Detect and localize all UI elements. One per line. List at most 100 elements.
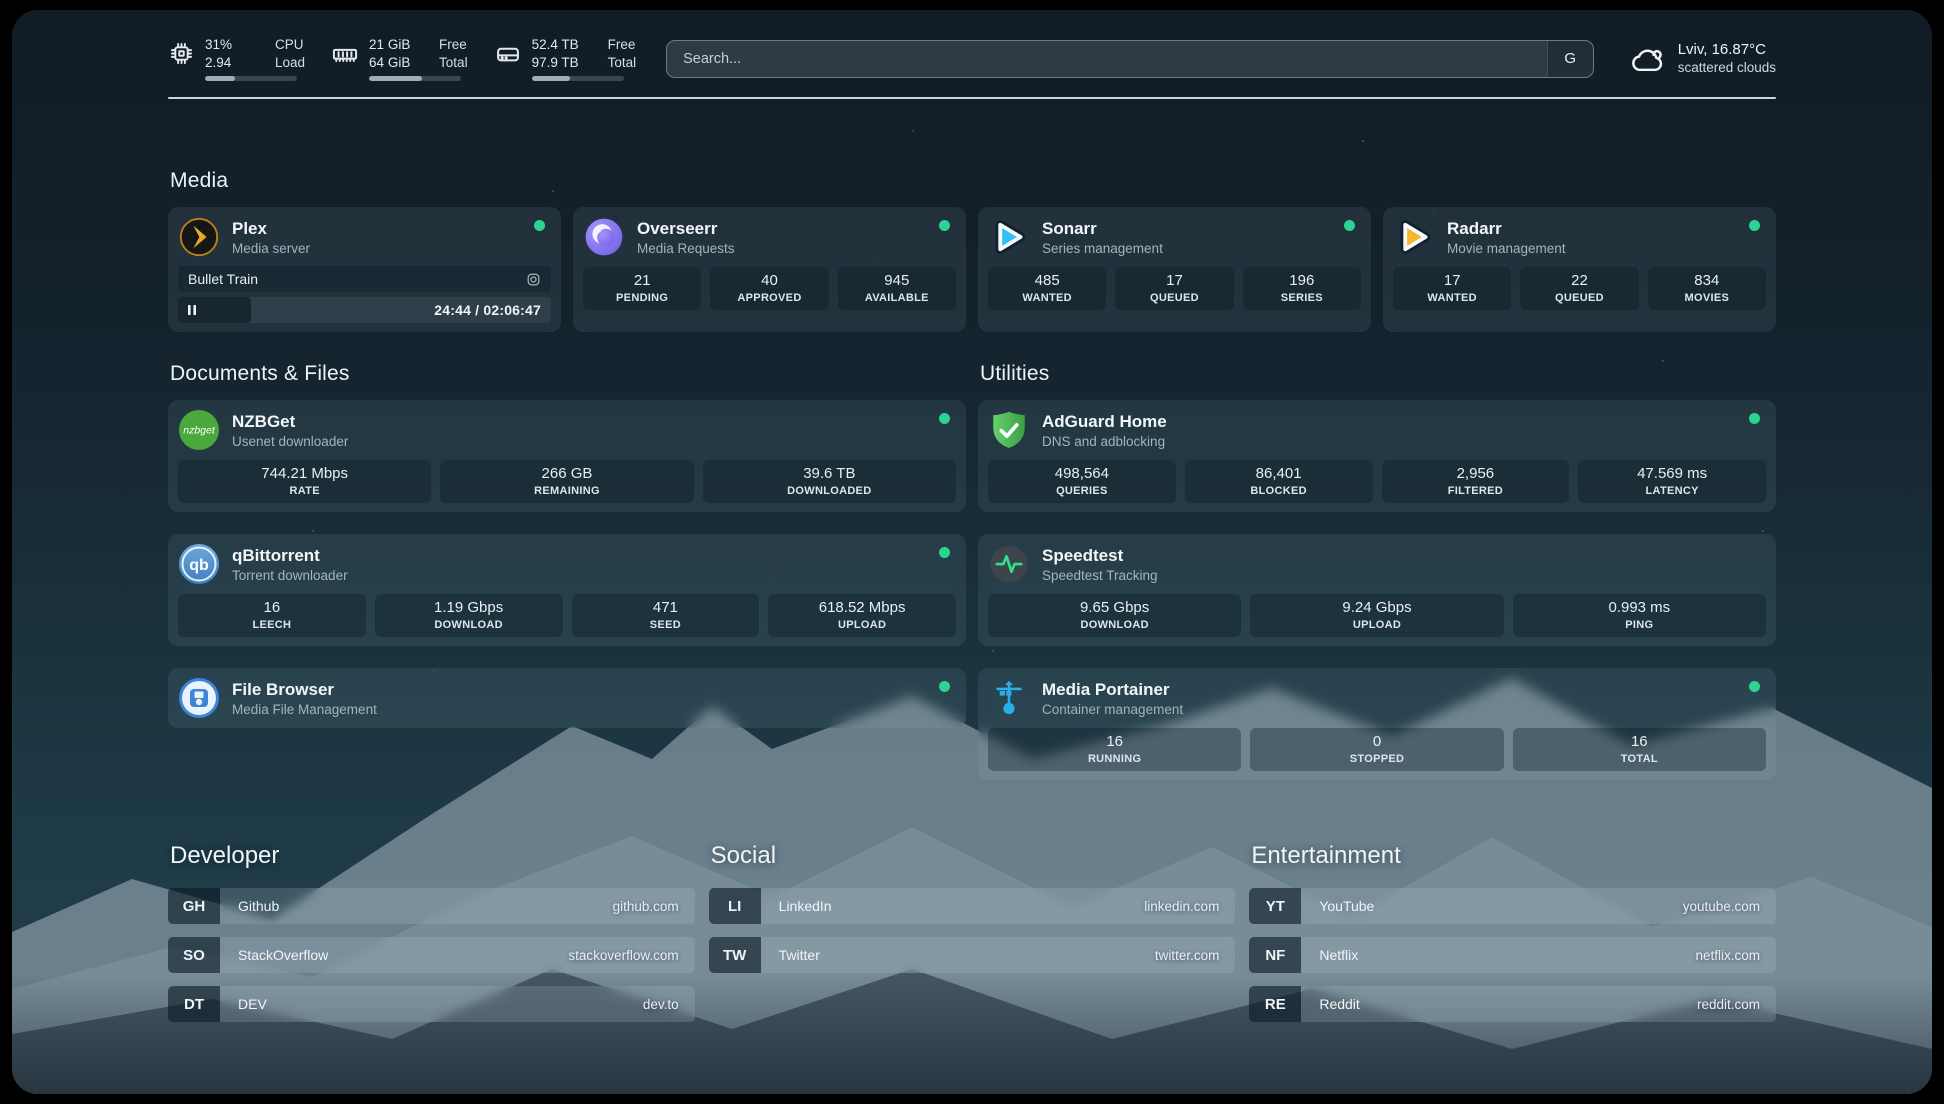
stat-available: 945 AVAILABLE (838, 267, 956, 310)
playback-progress (178, 297, 251, 323)
stat-movies: 834 MOVIES (1648, 267, 1766, 310)
section-title-developer: Developer (170, 842, 695, 870)
stat-download: 9.65 Gbps DOWNLOAD (988, 594, 1241, 637)
bookmark-abbr: SO (168, 937, 220, 973)
stat-total: 16 TOTAL (1513, 728, 1766, 771)
bookmark-abbr: YT (1249, 888, 1301, 924)
stat-ping: 0.993 ms PING (1513, 594, 1766, 637)
service-name: AdGuard Home (1042, 411, 1167, 433)
search-provider-button[interactable]: G (1547, 41, 1593, 77)
bookmark-abbr: DT (168, 986, 220, 1022)
status-indicator (939, 220, 950, 231)
stat-wanted: 17 WANTED (1393, 267, 1511, 310)
memory-total-label: Total (439, 54, 468, 72)
status-indicator (939, 547, 950, 558)
stat-approved: 40 APPROVED (710, 267, 828, 310)
search-bar[interactable]: G (666, 40, 1594, 78)
service-card-adguard[interactable]: AdGuard Home DNS and adblocking 498,564 … (978, 400, 1776, 512)
overseerr-icon (583, 216, 625, 258)
service-card-portainer[interactable]: Media Portainer Container management 16 … (978, 668, 1776, 780)
service-card-speedtest[interactable]: Speedtest Speedtest Tracking 9.65 Gbps D… (978, 534, 1776, 646)
bookmark-abbr: TW (709, 937, 761, 973)
cpu-load-value: 2.94 (205, 54, 259, 72)
service-desc: Torrent downloader (232, 567, 348, 584)
section-title-documents: Documents & Files (170, 362, 966, 386)
svg-text:qb: qb (189, 557, 209, 574)
plex-player-bar: 24:44 / 02:06:47 (178, 297, 551, 323)
service-desc: Usenet downloader (232, 433, 348, 450)
service-name: Sonarr (1042, 218, 1163, 240)
stat-queued: 17 QUEUED (1115, 267, 1233, 310)
snow-specks (12, 10, 14, 12)
memory-free-value: 21 GiB (369, 36, 423, 54)
bookmark-url: netflix.com (1695, 948, 1776, 963)
service-desc: Movie management (1447, 240, 1566, 257)
disk-icon (494, 40, 522, 68)
bookmark-reddit[interactable]: RE Reddit reddit.com (1249, 986, 1776, 1022)
stat-latency: 47.569 ms LATENCY (1578, 460, 1766, 503)
service-card-qbittorrent[interactable]: qb qBittorrent Torrent downloader 16 LEE… (168, 534, 966, 646)
service-card-sonarr[interactable]: Sonarr Series management 485 WANTED 17 Q… (978, 207, 1371, 332)
bookmark-url: dev.to (643, 997, 695, 1012)
bookmark-abbr: RE (1249, 986, 1301, 1022)
plex-icon (178, 216, 220, 258)
stat-upload: 618.52 Mbps UPLOAD (768, 594, 956, 637)
memory-free-label: Free (439, 36, 468, 54)
cpu-progress-bar (205, 76, 297, 81)
section-title-media: Media (170, 169, 1776, 193)
memory-icon (331, 40, 359, 68)
pause-icon[interactable] (187, 304, 197, 316)
stat-remaining: 266 GB REMAINING (440, 460, 693, 503)
service-name: File Browser (232, 679, 377, 701)
bookmark-linkedin[interactable]: LI LinkedIn linkedin.com (709, 888, 1236, 924)
search-input[interactable] (667, 41, 1547, 77)
service-card-radarr[interactable]: Radarr Movie management 17 WANTED 22 QUE… (1383, 207, 1776, 332)
resource-widgets: 31% 2.94 CPU Load (168, 36, 636, 81)
bookmark-stackoverflow[interactable]: SO StackOverflow stackoverflow.com (168, 937, 695, 973)
service-desc: Container management (1042, 701, 1183, 718)
status-indicator (1749, 681, 1760, 692)
bookmark-name: Reddit (1301, 996, 1359, 1012)
service-card-plex[interactable]: Plex Media server Bullet Train (168, 207, 561, 332)
weather-condition: scattered clouds (1678, 59, 1776, 77)
weather-widget[interactable]: Lviv, 16.87°C scattered clouds (1628, 40, 1776, 77)
resource-disk: 52.4 TB 97.9 TB Free Total (494, 36, 637, 81)
radarr-icon (1393, 216, 1435, 258)
disk-progress-bar (532, 76, 624, 81)
service-card-overseerr[interactable]: Overseerr Media Requests 21 PENDING 40 A… (573, 207, 966, 332)
bookmark-url: twitter.com (1155, 948, 1236, 963)
disk-total-label: Total (608, 54, 637, 72)
stream-view-icon[interactable] (526, 272, 541, 287)
disk-total-value: 97.9 TB (532, 54, 592, 72)
bookmark-url: reddit.com (1697, 997, 1776, 1012)
bookmark-github[interactable]: GH Github github.com (168, 888, 695, 924)
stat-running: 16 RUNNING (988, 728, 1241, 771)
bookmark-netflix[interactable]: NF Netflix netflix.com (1249, 937, 1776, 973)
bookmark-twitter[interactable]: TW Twitter twitter.com (709, 937, 1236, 973)
section-title-utilities: Utilities (980, 362, 1776, 386)
memory-progress-bar (369, 76, 461, 81)
service-name: Plex (232, 218, 310, 240)
bookmark-name: Twitter (761, 947, 820, 963)
bookmark-youtube[interactable]: YT YouTube youtube.com (1249, 888, 1776, 924)
filebrowser-icon (178, 677, 220, 719)
service-name: qBittorrent (232, 545, 348, 567)
service-card-nzbget[interactable]: nzbget NZBGet Usenet downloader 744.21 M… (168, 400, 966, 512)
bookmark-name: YouTube (1301, 898, 1374, 914)
stat-filtered: 2,956 FILTERED (1382, 460, 1570, 503)
bookmark-url: linkedin.com (1144, 899, 1235, 914)
nzbget-icon: nzbget (178, 409, 220, 451)
stat-upload: 9.24 Gbps UPLOAD (1250, 594, 1503, 637)
disk-free-value: 52.4 TB (532, 36, 592, 54)
cpu-load-label: Load (275, 54, 305, 72)
disk-free-label: Free (608, 36, 637, 54)
bookmark-url: stackoverflow.com (568, 948, 694, 963)
weather-location-temp: Lviv, 16.87°C (1678, 40, 1776, 59)
stat-wanted: 485 WANTED (988, 267, 1106, 310)
status-indicator (1344, 220, 1355, 231)
bookmark-name: LinkedIn (761, 898, 832, 914)
bookmark-dev[interactable]: DT DEV dev.to (168, 986, 695, 1022)
service-card-filebrowser[interactable]: File Browser Media File Management (168, 668, 966, 728)
cpu-usage-label: CPU (275, 36, 305, 54)
bookmark-name: DEV (220, 996, 267, 1012)
